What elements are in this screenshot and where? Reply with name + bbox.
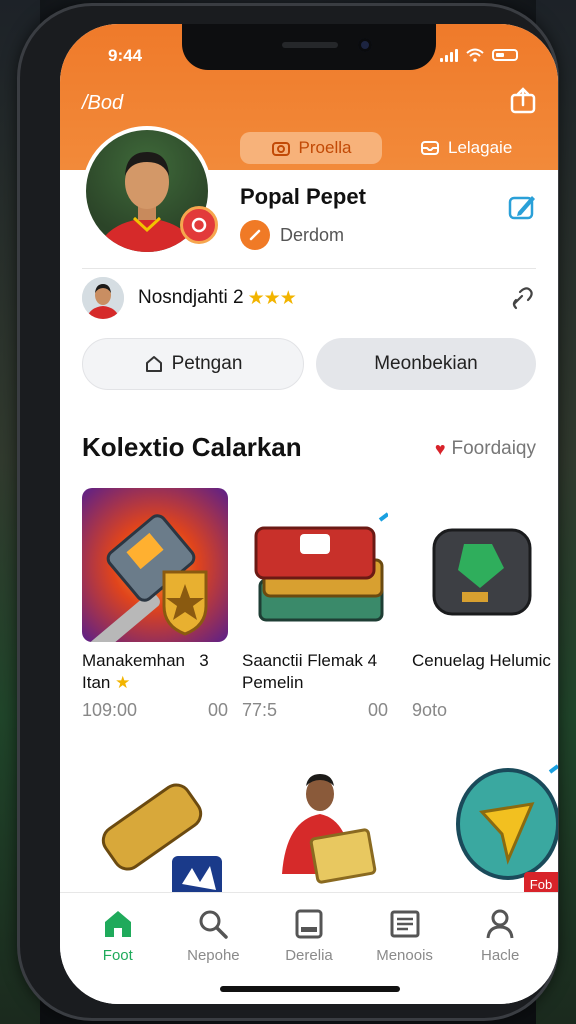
action-buttons: Petngan Meonbekian xyxy=(82,338,536,390)
search-icon xyxy=(199,910,229,939)
nav-label: Nepohe xyxy=(187,947,240,964)
collection-card[interactable]: Manakemhan 3 Itan ★ 109:00 00 xyxy=(82,488,228,721)
collection-card[interactable] xyxy=(82,764,228,904)
card-title: Saanctii Flemak 4 Pemelin xyxy=(242,651,378,692)
tablet-icon xyxy=(295,909,323,939)
heart-icon: ♥ xyxy=(434,438,446,459)
nav-label: Menoois xyxy=(376,947,433,964)
tab-inactive[interactable]: Lelagaie xyxy=(420,132,512,164)
player-holding-box-icon xyxy=(282,774,377,884)
star-rating: ★★★ xyxy=(247,287,297,309)
card-price: 77:5 xyxy=(242,700,278,720)
tab-inactive-label: Lelagaie xyxy=(448,138,513,157)
status-time: 9:44 xyxy=(108,46,143,65)
inbox-icon xyxy=(421,141,439,155)
app-brand: /Bod xyxy=(82,92,124,114)
link-icon[interactable] xyxy=(508,284,536,312)
left-action-label: Petngan xyxy=(171,353,243,374)
news-icon xyxy=(390,910,420,938)
card-meta: 9oto xyxy=(412,700,558,721)
chest-icon xyxy=(254,512,388,622)
speaker xyxy=(282,42,338,48)
profile-icon xyxy=(486,909,514,939)
card-price: 9oto xyxy=(412,700,448,720)
nav-label: Foot xyxy=(102,947,133,964)
nav-item-profile[interactable]: Hacle xyxy=(460,893,540,1004)
home-indicator[interactable] xyxy=(220,986,400,992)
profile-role: Derdom xyxy=(240,220,344,250)
collection-card[interactable]: Cenuelag Helumic 9oto xyxy=(412,488,558,721)
role-icon xyxy=(240,220,270,250)
friend-row[interactable]: Nosndjahti 2 ★★★ xyxy=(82,276,536,320)
profile-name: Popal Pepet xyxy=(240,184,366,209)
notch xyxy=(182,24,436,70)
right-action-label: Meonbekian xyxy=(374,353,478,374)
signal-icon xyxy=(440,48,458,62)
phone-frame: 9:44 /Bod Proella Lelagaie Popal Pepet D… xyxy=(20,6,558,1018)
right-action-button[interactable]: Meonbekian xyxy=(316,338,536,390)
friend-text: Nosndjahti 2 xyxy=(138,287,244,308)
house-outline-icon xyxy=(145,356,162,372)
left-action-button[interactable]: Petngan xyxy=(82,338,304,390)
tab-active[interactable]: Proella xyxy=(240,132,382,164)
card-image-weapon xyxy=(82,488,228,642)
wifi-icon xyxy=(466,48,484,62)
friend-avatar xyxy=(82,277,124,319)
pouch-icon xyxy=(432,528,532,616)
card-title: Cenuelag Helumic xyxy=(412,651,551,670)
nav-label: Hacle xyxy=(480,947,520,964)
nav-item-home[interactable]: Foot xyxy=(78,893,158,1004)
card-meta: 77:5 00 xyxy=(242,700,388,721)
collection-card[interactable]: Saanctii Flemak 4 Pemelin 77:5 00 xyxy=(242,488,388,721)
collection-card[interactable] xyxy=(242,764,388,904)
tab-active-label: Proella xyxy=(298,138,352,157)
card-image-pouch xyxy=(412,488,558,642)
hammer-icon xyxy=(85,514,208,642)
divider-top xyxy=(82,268,536,269)
role-label: Derdom xyxy=(280,224,345,245)
card-price: 109:00 xyxy=(82,700,138,720)
card-count: 00 xyxy=(367,700,388,720)
edit-icon[interactable] xyxy=(506,192,538,224)
section-title: Kolextio Calarkan xyxy=(82,432,302,462)
team-badge-icon xyxy=(180,206,218,244)
card-meta: 109:00 00 xyxy=(82,700,228,721)
nav-label: Derelia xyxy=(285,947,333,964)
status-icons xyxy=(440,48,518,62)
app-screen: 9:44 /Bod Proella Lelagaie Popal Pepet D… xyxy=(60,24,558,1004)
camera xyxy=(358,38,372,52)
card-count: 00 xyxy=(207,700,228,720)
home-icon xyxy=(104,911,131,937)
section-link[interactable]: ♥ Foordaiqy xyxy=(435,438,536,460)
card-title: Manakemhan 3 Itan ★ xyxy=(82,651,209,692)
card-image-chest xyxy=(242,488,388,642)
section-link-label: Foordaiqy xyxy=(451,438,537,459)
camera-small-icon xyxy=(271,142,290,156)
battery-icon xyxy=(492,49,518,61)
share-icon[interactable] xyxy=(508,86,538,116)
cannon-icon xyxy=(101,783,222,904)
